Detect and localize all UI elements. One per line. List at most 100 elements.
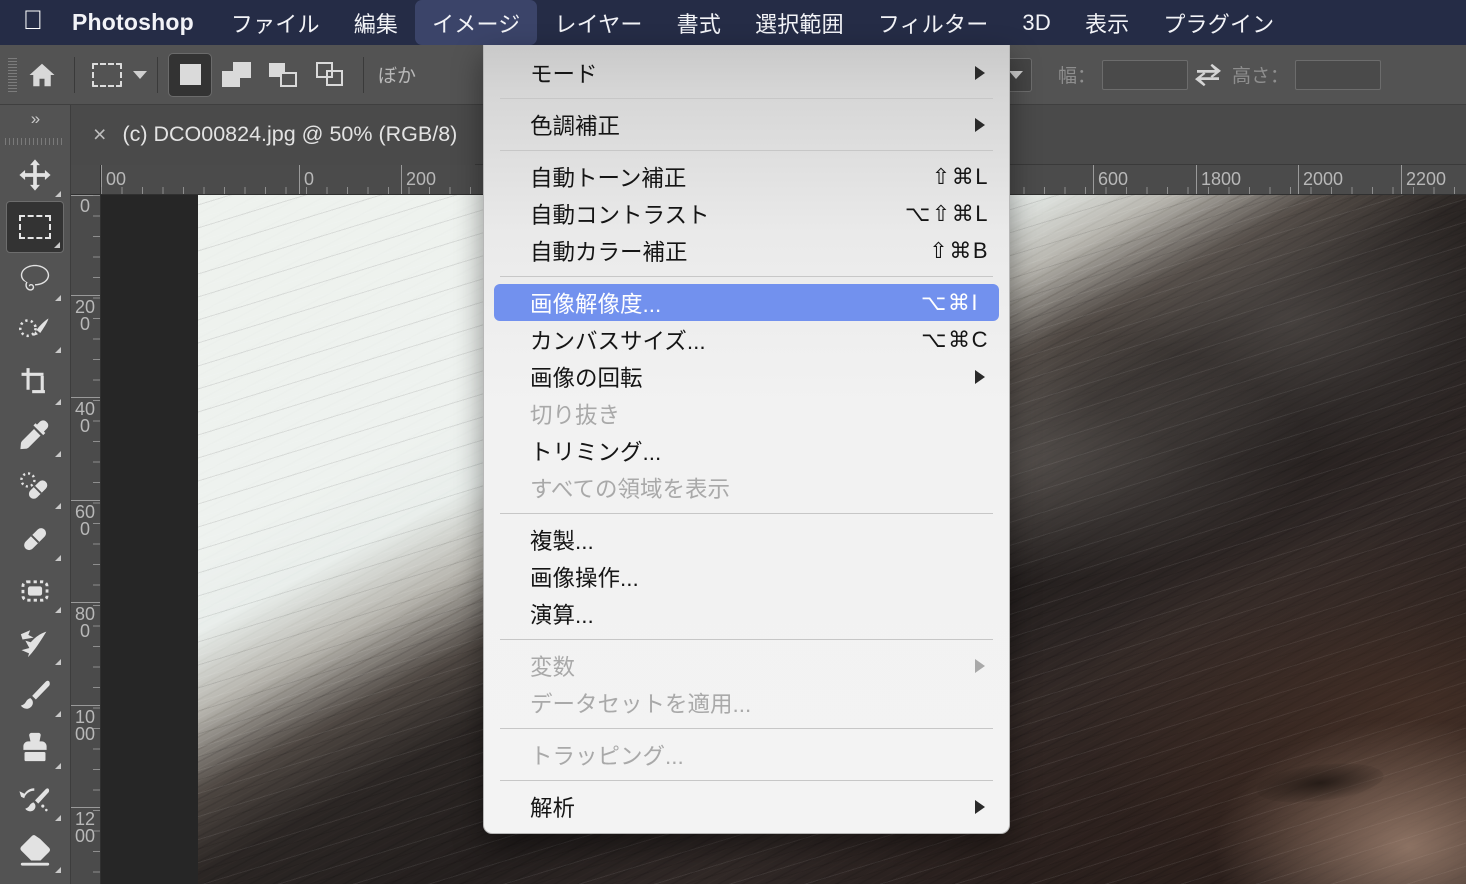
feather-label: ぼか (378, 66, 417, 87)
chevron-right-icon (975, 369, 985, 384)
tools-panel-grip[interactable] (0, 133, 70, 149)
photoshop-window:  Photoshop ファイル 編集 イメージ レイヤー 書式 選択範囲 フィ… (0, 0, 1466, 884)
image-menu-item[interactable]: モード (484, 54, 1009, 91)
image-menu-item-label: 画像操作... (530, 565, 639, 591)
image-menu-item[interactable]: 自動カラー補正 ⇧⌘B (484, 232, 1009, 269)
eyedropper-tool[interactable] (6, 409, 64, 461)
history-brush-tool[interactable] (6, 773, 64, 825)
image-menu-item: データセットを適用... (484, 684, 1009, 721)
options-divider (74, 56, 75, 93)
chevron-down-icon (1009, 70, 1024, 79)
crop-tool[interactable] (6, 357, 64, 409)
image-menu-item: 切り抜き (484, 395, 1009, 432)
clone-stamp-tool[interactable] (6, 721, 64, 773)
image-menu-item: トラッピング... (484, 736, 1009, 773)
apple-logo-icon[interactable]:  (14, 0, 52, 45)
image-menu-item-shortcut: ⌥⌘I (921, 289, 979, 315)
image-menu-item[interactable]: 画像解像度... ⌥⌘I (494, 284, 999, 321)
image-menu-item-shortcut: ⇧⌘L (931, 163, 989, 189)
vertical-ruler[interactable]: 0 200 400 600 800 1000 1200 (71, 195, 101, 884)
height-input[interactable] (1295, 59, 1382, 90)
image-menu-item[interactable]: 自動コントラスト ⌥⇧⌘L (484, 195, 1009, 232)
image-menu-item[interactable]: 複製... (484, 521, 1009, 558)
menubar-app-name[interactable]: Photoshop (52, 0, 214, 45)
chevron-right-icon (975, 799, 985, 814)
height-label: 高さ： (1232, 66, 1290, 87)
swap-width-height-icon[interactable] (1188, 60, 1228, 90)
rectangular-marquee-tool[interactable] (6, 201, 64, 253)
menu-divider (500, 780, 993, 781)
menubar-item-view[interactable]: 表示 (1068, 0, 1146, 45)
image-menu-item-label: 切り抜き (530, 402, 621, 428)
image-menu-item[interactable]: 演算... (484, 595, 1009, 632)
image-menu-item-label: 解析 (530, 795, 576, 821)
close-icon[interactable]: × (93, 123, 106, 146)
selection-mode-group (168, 52, 353, 97)
document-tab-title: (c) DCO00824.jpg @ 50% (RGB/8) (122, 122, 458, 146)
image-menu-item-label: 複製... (530, 528, 594, 554)
menubar-item-layer[interactable]: レイヤー (537, 0, 659, 45)
menubar-item-select[interactable]: 選択範囲 (738, 0, 861, 45)
image-menu-item-label: 色調補正 (530, 113, 621, 139)
chevron-right-icon (975, 658, 985, 673)
image-menu-item-label: トリミング... (530, 439, 662, 465)
macos-menu-bar:  Photoshop ファイル 編集 イメージ レイヤー 書式 選択範囲 フィ… (0, 0, 1466, 45)
menubar-item-image[interactable]: イメージ (415, 0, 538, 45)
image-skin-region (1085, 635, 1466, 884)
menu-divider (500, 98, 993, 99)
menubar-item-type[interactable]: 書式 (660, 0, 738, 45)
healing-brush-tool[interactable] (6, 513, 64, 565)
image-menu-item[interactable]: 画像操作... (484, 558, 1009, 595)
image-menu-item-label: 変数 (530, 654, 576, 680)
image-menu-item: すべての領域を表示 (484, 469, 1009, 506)
image-menu-item[interactable]: 画像の回転 (484, 358, 1009, 395)
image-menu-item[interactable]: 自動トーン補正 ⇧⌘L (484, 158, 1009, 195)
options-bar-grip[interactable] (4, 57, 20, 92)
image-menu-item[interactable]: 解析 (484, 788, 1009, 825)
menubar-item-file[interactable]: ファイル (214, 0, 337, 45)
menubar-item-3d[interactable]: 3D (1005, 0, 1068, 45)
options-divider (363, 56, 364, 93)
content-aware-move-tool[interactable] (6, 617, 64, 669)
tools-panel: » (0, 105, 71, 884)
lasso-tool[interactable] (6, 253, 64, 305)
ruler-corner[interactable] (71, 165, 101, 195)
patch-tool[interactable] (6, 565, 64, 617)
quick-selection-tool[interactable] (6, 305, 64, 357)
spot-healing-brush-tool[interactable] (6, 461, 64, 513)
image-menu-item-shortcut: ⌥⌘C (921, 326, 989, 352)
canvas-matte (101, 195, 198, 884)
image-menu-item[interactable]: 色調補正 (484, 106, 1009, 143)
menubar-item-plugins[interactable]: プラグイン (1146, 0, 1291, 45)
new-selection-button[interactable] (168, 52, 212, 97)
options-divider (157, 56, 158, 93)
image-menu-item[interactable]: カンバスサイズ... ⌥⌘C (484, 321, 1009, 358)
rectangular-marquee-icon[interactable] (85, 53, 129, 97)
home-icon[interactable] (20, 53, 64, 97)
move-tool[interactable] (6, 149, 64, 201)
menubar-item-filter[interactable]: フィルター (861, 0, 1006, 45)
image-menu-item-shortcut: ⇧⌘B (929, 237, 989, 263)
image-menu-item-label: 自動トーン補正 (530, 165, 687, 191)
chevron-right-icon (975, 65, 985, 80)
subtract-from-selection-button[interactable] (262, 53, 306, 97)
image-menu-item-label: すべての領域を表示 (530, 476, 731, 502)
add-to-selection-button[interactable] (215, 53, 259, 97)
image-menu-item-shortcut: ⌥⇧⌘L (904, 200, 989, 226)
brush-tool[interactable] (6, 669, 64, 721)
intersect-with-selection-button[interactable] (309, 53, 353, 97)
chevron-down-icon[interactable] (133, 70, 147, 79)
image-menu-item-label: カンバスサイズ... (530, 328, 706, 354)
menu-divider (500, 150, 993, 151)
image-menu-item[interactable]: トリミング... (484, 432, 1009, 469)
menubar-item-edit[interactable]: 編集 (337, 0, 415, 45)
image-menu-dropdown: モード色調補正自動トーン補正 ⇧⌘L 自動コントラスト ⌥⇧⌘L 自動カラー補正 ⇧⌘B 画… (483, 45, 1010, 834)
document-tab[interactable]: × (c) DCO00824.jpg @ 50% (RGB/8) (71, 104, 476, 165)
width-input[interactable] (1102, 59, 1189, 90)
image-menu-item-label: 自動カラー補正 (530, 239, 688, 265)
menu-divider (500, 639, 993, 640)
tools-panel-collapse[interactable]: » (0, 105, 70, 133)
image-menu-item: 変数 (484, 647, 1009, 684)
image-menu-item-label: 自動コントラスト (530, 202, 710, 228)
eraser-tool[interactable] (6, 825, 64, 877)
